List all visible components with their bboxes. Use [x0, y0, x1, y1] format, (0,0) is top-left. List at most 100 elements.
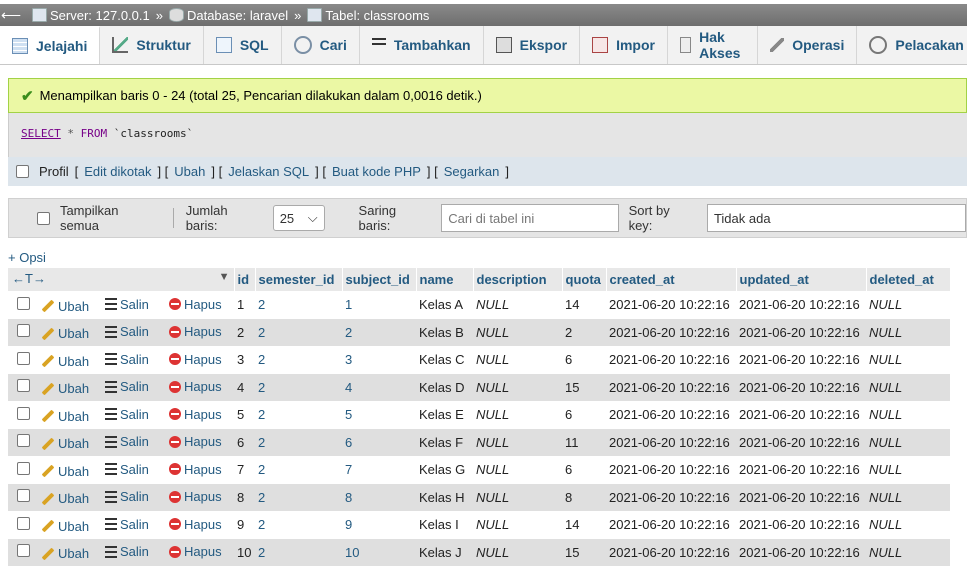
cell-description[interactable]: NULL [473, 456, 562, 484]
copy-row-button[interactable]: Salin [105, 544, 149, 559]
cell-updated-at[interactable]: 2021-06-20 10:22:16 [736, 538, 866, 566]
cell-created-at[interactable]: 2021-06-20 10:22:16 [606, 483, 736, 511]
cell-name[interactable]: Kelas J [416, 538, 473, 566]
breadcrumb-table[interactable]: Tabel: classrooms [307, 8, 429, 23]
cell-deleted-at[interactable]: NULL [866, 456, 950, 484]
column-header-created-at[interactable]: created_at [606, 268, 737, 291]
column-header-quota[interactable]: quota [562, 268, 607, 291]
cell-semester-id[interactable]: 2 [255, 346, 342, 374]
cell-created-at[interactable]: 2021-06-20 10:22:16 [606, 291, 736, 319]
breadcrumb-database[interactable]: Database: laravel [168, 8, 288, 23]
cell-id[interactable]: 5 [234, 401, 255, 429]
edit-row-button[interactable]: Ubah [41, 519, 89, 534]
cell-semester-id[interactable]: 2 [255, 373, 342, 401]
cell-description[interactable]: NULL [473, 483, 562, 511]
cell-description[interactable]: NULL [473, 318, 562, 346]
tab-hak-akses[interactable]: Hak Akses [668, 26, 759, 64]
delete-row-button[interactable]: Hapus [169, 407, 222, 422]
back-arrow-icon[interactable]: ⟵ [0, 7, 22, 24]
cell-semester-id[interactable]: 2 [255, 318, 342, 346]
cell-subject-id[interactable]: 5 [342, 401, 416, 429]
cell-quota[interactable]: 11 [562, 428, 606, 456]
cell-name[interactable]: Kelas I [416, 511, 473, 539]
edit-row-button[interactable]: Ubah [41, 381, 89, 396]
row-checkbox[interactable] [16, 544, 30, 558]
tab-tambahkan[interactable]: Tambahkan [360, 26, 484, 64]
cell-name[interactable]: Kelas A [416, 291, 473, 319]
delete-row-button[interactable]: Hapus [169, 379, 222, 394]
cell-deleted-at[interactable]: NULL [866, 511, 950, 539]
explain-sql-link[interactable]: Jelaskan SQL [228, 164, 309, 179]
cell-semester-id[interactable]: 2 [255, 483, 342, 511]
cell-updated-at[interactable]: 2021-06-20 10:22:16 [736, 346, 866, 374]
cell-deleted-at[interactable]: NULL [866, 291, 950, 319]
column-header-description[interactable]: description [473, 268, 563, 291]
cell-id[interactable]: 2 [234, 318, 255, 346]
cell-id[interactable]: 3 [234, 346, 255, 374]
edit-row-button[interactable]: Ubah [41, 546, 89, 561]
cell-updated-at[interactable]: 2021-06-20 10:22:16 [736, 483, 866, 511]
cell-created-at[interactable]: 2021-06-20 10:22:16 [606, 538, 736, 566]
row-checkbox[interactable] [16, 379, 30, 393]
tab-struktur[interactable]: Struktur [100, 26, 204, 64]
cell-quota[interactable]: 14 [562, 291, 606, 319]
cell-id[interactable]: 10 [234, 538, 255, 566]
cell-deleted-at[interactable]: NULL [866, 346, 950, 374]
copy-row-button[interactable]: Salin [105, 489, 149, 504]
cell-created-at[interactable]: 2021-06-20 10:22:16 [606, 456, 736, 484]
cell-deleted-at[interactable]: NULL [866, 373, 950, 401]
edit-row-button[interactable]: Ubah [41, 354, 89, 369]
cell-quota[interactable]: 8 [562, 483, 606, 511]
row-checkbox[interactable] [16, 406, 30, 420]
edit-row-button[interactable]: Ubah [41, 436, 89, 451]
cell-quota[interactable]: 6 [562, 456, 606, 484]
tab-impor[interactable]: Impor [580, 26, 668, 64]
delete-row-button[interactable]: Hapus [169, 462, 222, 477]
filter-input[interactable]: Cari di tabel ini [441, 204, 619, 232]
sql-keyword-select[interactable]: SELECT [21, 127, 61, 140]
cell-name[interactable]: Kelas G [416, 456, 473, 484]
edit-row-button[interactable]: Ubah [41, 409, 89, 424]
cell-subject-id[interactable]: 9 [342, 511, 416, 539]
edit-inline-link[interactable]: Edit dikotak [84, 164, 151, 179]
cell-name[interactable]: Kelas E [416, 401, 473, 429]
tab-sql[interactable]: SQL [204, 26, 282, 64]
cell-updated-at[interactable]: 2021-06-20 10:22:16 [736, 511, 866, 539]
cell-subject-id[interactable]: 3 [342, 346, 416, 374]
cell-id[interactable]: 1 [234, 291, 255, 319]
cell-quota[interactable]: 2 [562, 318, 606, 346]
delete-row-button[interactable]: Hapus [169, 434, 222, 449]
copy-row-button[interactable]: Salin [105, 434, 149, 449]
column-header-id[interactable]: id [234, 268, 256, 291]
copy-row-button[interactable]: Salin [105, 352, 149, 367]
sort-select[interactable]: Tidak ada [706, 204, 966, 232]
cell-name[interactable]: Kelas F [416, 428, 473, 456]
cell-id[interactable]: 9 [234, 511, 255, 539]
cell-updated-at[interactable]: 2021-06-20 10:22:16 [736, 318, 866, 346]
column-arrows[interactable]: ←T→ [12, 271, 46, 286]
cell-subject-id[interactable]: 2 [342, 318, 416, 346]
cell-created-at[interactable]: 2021-06-20 10:22:16 [606, 373, 736, 401]
cell-created-at[interactable]: 2021-06-20 10:22:16 [606, 401, 736, 429]
cell-description[interactable]: NULL [473, 291, 562, 319]
rows-select[interactable]: 25 ⌵ [272, 205, 325, 231]
sort-triangle-icon[interactable]: ▼ [219, 271, 230, 283]
tab-cari[interactable]: Cari [282, 26, 360, 64]
cell-name[interactable]: Kelas H [416, 483, 473, 511]
cell-id[interactable]: 8 [234, 483, 255, 511]
cell-updated-at[interactable]: 2021-06-20 10:22:16 [736, 373, 866, 401]
cell-description[interactable]: NULL [473, 401, 562, 429]
delete-row-button[interactable]: Hapus [169, 352, 222, 367]
cell-description[interactable]: NULL [473, 373, 562, 401]
cell-updated-at[interactable]: 2021-06-20 10:22:16 [736, 456, 866, 484]
cell-quota[interactable]: 15 [562, 373, 606, 401]
cell-subject-id[interactable]: 8 [342, 483, 416, 511]
edit-row-button[interactable]: Ubah [41, 491, 89, 506]
cell-semester-id[interactable]: 2 [255, 538, 342, 566]
copy-row-button[interactable]: Salin [105, 407, 149, 422]
cell-description[interactable]: NULL [473, 428, 562, 456]
delete-row-button[interactable]: Hapus [169, 324, 222, 339]
cell-id[interactable]: 6 [234, 428, 255, 456]
cell-name[interactable]: Kelas C [416, 346, 473, 374]
cell-quota[interactable]: 6 [562, 346, 606, 374]
